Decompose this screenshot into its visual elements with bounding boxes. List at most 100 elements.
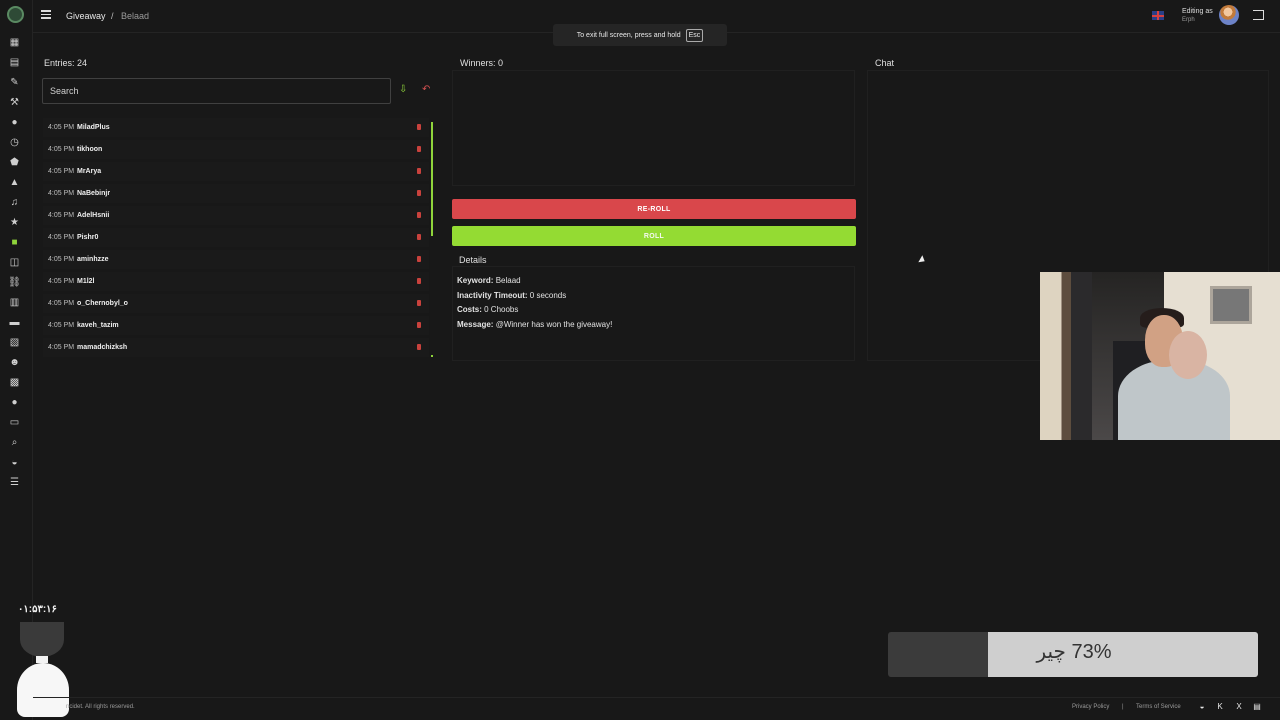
- entry-row: 4:05 PM o_Chernobyl_o: [43, 294, 429, 314]
- discord-icon[interactable]: ◒: [9, 458, 20, 468]
- monitor-icon[interactable]: ▭: [9, 418, 20, 428]
- footer-separator: |: [1122, 704, 1124, 710]
- delete-entry-icon[interactable]: [417, 146, 421, 152]
- x-icon[interactable]: X: [1234, 702, 1244, 712]
- app-logo-icon[interactable]: [7, 6, 24, 23]
- gift-icon[interactable]: ■: [9, 238, 20, 248]
- delete-entry-icon[interactable]: [417, 234, 421, 240]
- delete-entry-icon[interactable]: [417, 124, 421, 130]
- document-icon[interactable]: ▤: [9, 58, 20, 68]
- costs-detail: Costs: 0 Choobs: [457, 305, 518, 314]
- entries-title: Entries: 24: [44, 58, 88, 68]
- keyword-value: Belaad: [495, 276, 521, 285]
- tool-icon[interactable]: ⚒: [9, 98, 20, 108]
- document-icon[interactable]: ▤: [1252, 702, 1262, 712]
- costs-label: Costs:: [457, 305, 482, 314]
- film-icon[interactable]: ▩: [9, 378, 20, 388]
- details-title: Details: [459, 255, 487, 265]
- logout-icon[interactable]: [1253, 10, 1264, 20]
- chat-title: Chat: [875, 58, 895, 68]
- user-avatar[interactable]: [1219, 5, 1239, 25]
- message-label: Message:: [457, 320, 494, 329]
- costs-value: 0 Choobs: [484, 305, 519, 314]
- entry-row: 4:05 PM aminhzze: [43, 250, 429, 270]
- entry-name: o_Chernobyl_o: [77, 300, 128, 307]
- warning-icon[interactable]: ▲: [9, 178, 20, 188]
- clock-icon[interactable]: ◷: [9, 138, 20, 148]
- breadcrumb-giveaway[interactable]: Giveaway: [66, 11, 106, 21]
- entry-name: Pishr0: [77, 234, 99, 241]
- pen-icon[interactable]: ✎: [9, 78, 20, 88]
- hourglass-top: [20, 622, 64, 657]
- entries-scrollbar[interactable]: [431, 122, 433, 236]
- entry-time: 4:05 PM: [48, 300, 75, 307]
- inactivity-detail: Inactivity Timeout: 0 seconds: [457, 291, 566, 300]
- delete-entry-icon[interactable]: [417, 168, 421, 174]
- breadcrumb-separator: /: [111, 11, 114, 21]
- inactivity-label: Inactivity Timeout:: [457, 291, 528, 300]
- delete-entry-icon[interactable]: [417, 256, 421, 262]
- dashboard-icon[interactable]: ▦: [9, 38, 20, 48]
- entry-time: 4:05 PM: [48, 146, 75, 153]
- entry-name: aminhzze: [77, 256, 109, 263]
- delete-entry-icon[interactable]: [417, 278, 421, 284]
- cart-icon[interactable]: ◫: [9, 258, 20, 268]
- discord-icon[interactable]: ◒: [1197, 702, 1207, 712]
- hourglass-neck: [36, 656, 48, 663]
- book-icon[interactable]: ▧: [9, 338, 20, 348]
- entry-time: 4:05 PM: [48, 234, 75, 241]
- webcam-overlay: [1040, 272, 1280, 440]
- overlay-progress-fill: [987, 632, 1258, 677]
- chart-icon[interactable]: ▥: [9, 298, 20, 308]
- entries-list: 4:05 PM MiladPlus 4:05 PM tikhoon 4:05 PM M…: [43, 118, 429, 361]
- list-icon[interactable]: ☰: [9, 478, 20, 488]
- privacy-link[interactable]: Privacy Policy: [1072, 704, 1109, 710]
- entry-row: 4:05 PM MrArya: [43, 162, 429, 182]
- entry-time: 4:05 PM: [48, 278, 75, 285]
- delete-entry-icon[interactable]: [417, 300, 421, 306]
- entry-row: 4:05 PM NaBebinjr: [43, 184, 429, 204]
- editing-user: Erph: [1182, 17, 1195, 23]
- music-icon[interactable]: ♫: [9, 198, 20, 208]
- reroll-button[interactable]: RE-ROLL: [452, 199, 856, 219]
- entry-name: MrArya: [77, 168, 102, 175]
- breadcrumb-current: Belaad: [121, 11, 150, 21]
- shield-icon[interactable]: ⬟: [9, 158, 20, 168]
- search-icon[interactable]: ⌕: [9, 438, 20, 448]
- reset-entries-icon[interactable]: ↶: [422, 84, 433, 96]
- video-icon[interactable]: ▬: [9, 318, 20, 328]
- delete-entry-icon[interactable]: [417, 212, 421, 218]
- message-value: @Winner has won the giveaway!: [495, 320, 613, 329]
- menu-toggle-icon[interactable]: [41, 10, 51, 20]
- entry-name: kaveh_tazim: [77, 322, 119, 329]
- entry-time: 4:05 PM: [48, 256, 75, 263]
- delete-entry-icon[interactable]: [417, 344, 421, 350]
- delete-entry-icon[interactable]: [417, 190, 421, 196]
- entry-name: tikhoon: [77, 146, 103, 153]
- winners-panel: [452, 70, 855, 186]
- entry-name: NaBebinjr: [77, 190, 111, 197]
- entry-time: 4:05 PM: [48, 168, 75, 175]
- language-flag-icon[interactable]: [1152, 11, 1164, 20]
- overlay-progress-text: 73% چیر: [1036, 641, 1112, 663]
- comment-icon[interactable]: ●: [9, 398, 20, 408]
- terms-link[interactable]: Terms of Service: [1136, 704, 1181, 710]
- entries-scroll-end: [431, 355, 433, 357]
- copyright-text: ncidet. All rights reserved.: [66, 704, 135, 710]
- keyword-label: Keyword:: [457, 276, 494, 285]
- entry-row: 4:05 PM M1l2l: [43, 272, 429, 292]
- entry-time: 4:05 PM: [48, 322, 75, 329]
- roll-button[interactable]: ROLL: [452, 226, 856, 246]
- winners-title: Winners: 0: [460, 58, 504, 68]
- kick-icon[interactable]: K: [1215, 702, 1225, 712]
- delete-entry-icon[interactable]: [417, 322, 421, 328]
- chat-icon[interactable]: ●: [9, 118, 20, 128]
- smile-icon[interactable]: ☻: [9, 358, 20, 368]
- entry-name: M1l2l: [77, 278, 95, 285]
- entries-search-input[interactable]: [42, 78, 391, 104]
- download-entries-icon[interactable]: ⇩: [399, 84, 409, 98]
- entry-time: 4:05 PM: [48, 124, 75, 131]
- link-icon[interactable]: ⛓: [8, 278, 21, 288]
- entry-name: MiladPlus: [77, 124, 110, 131]
- star-icon[interactable]: ★: [9, 218, 20, 228]
